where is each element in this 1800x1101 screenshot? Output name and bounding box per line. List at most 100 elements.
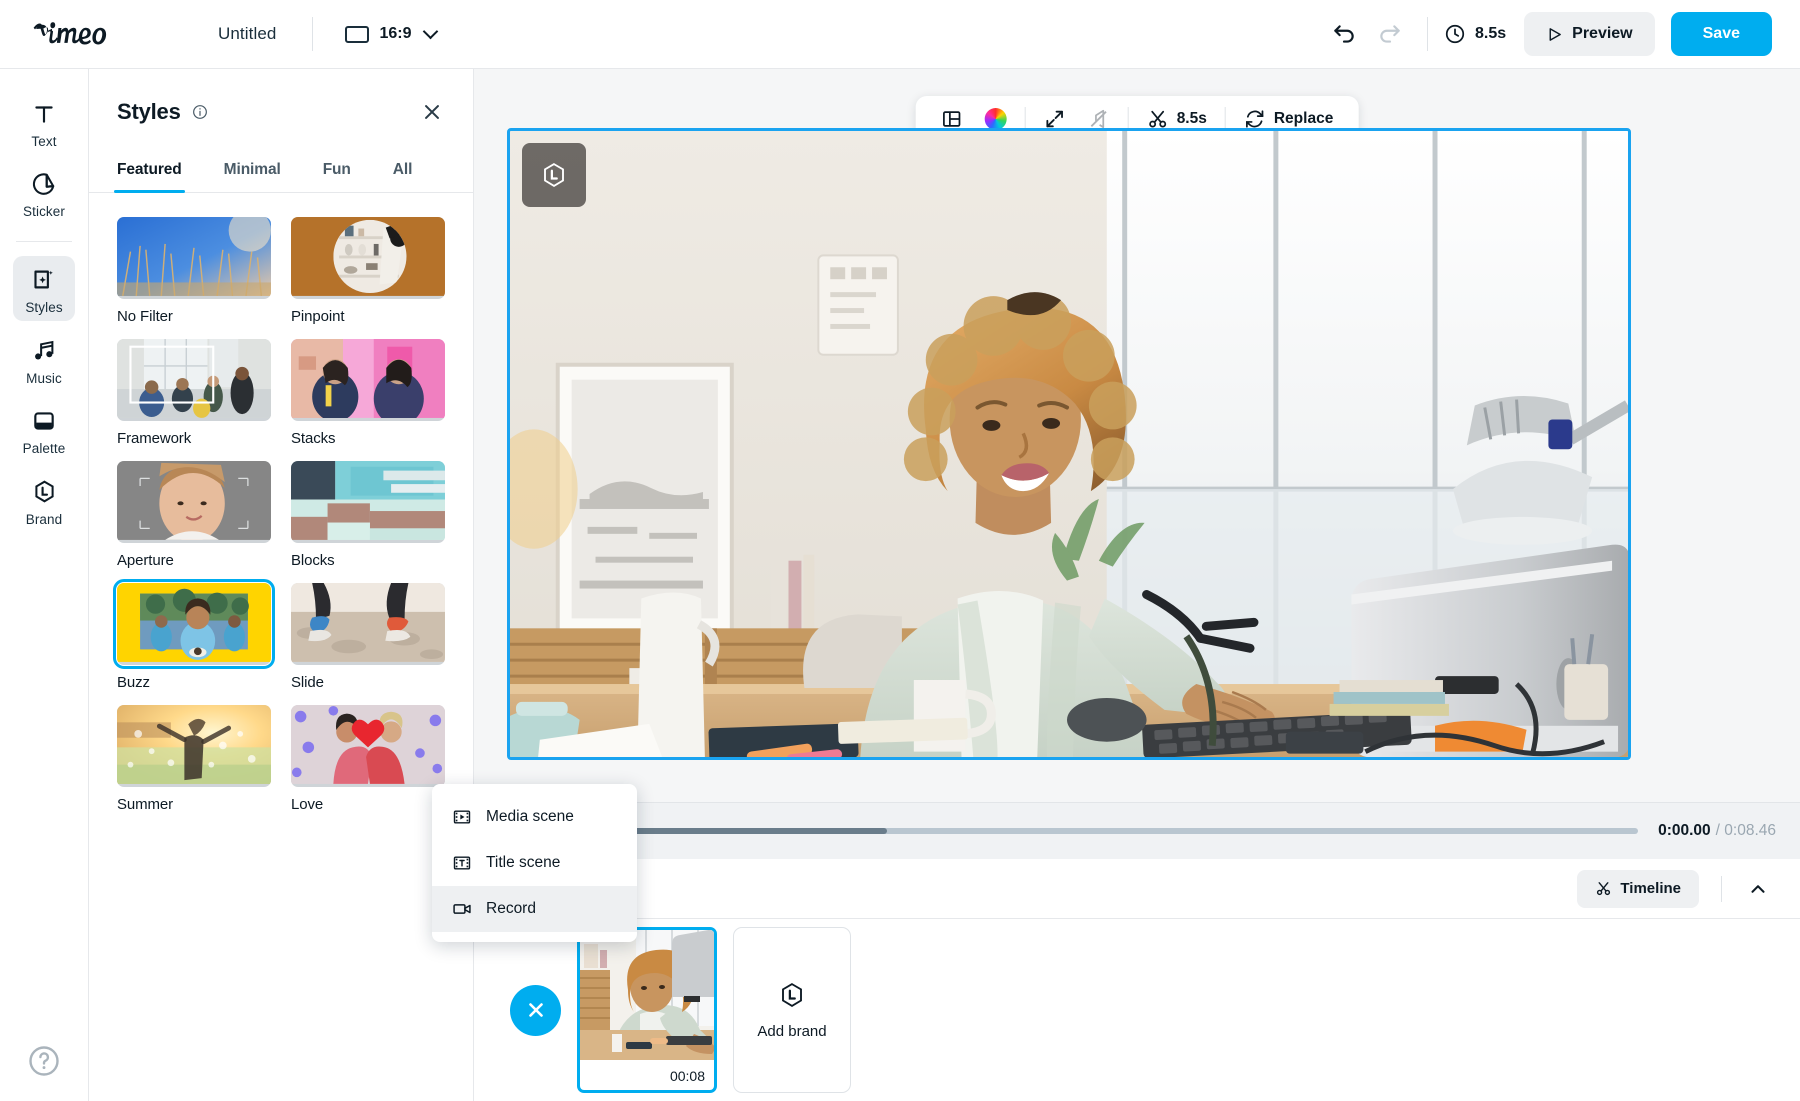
scissors-icon [1147, 108, 1169, 130]
timeline-button[interactable]: Timeline [1577, 870, 1699, 908]
collapse-timeline-button[interactable] [1744, 875, 1772, 903]
styles-tabs: Featured Minimal Fun All [89, 161, 473, 193]
style-thumbnail [291, 461, 445, 543]
sidebar-item-styles[interactable]: Styles [13, 256, 75, 321]
duration-label: 8.5s [1475, 25, 1506, 43]
sidebar-item-label: Sticker [23, 204, 65, 219]
chevron-down-icon [423, 24, 439, 40]
style-card-love[interactable]: Love [291, 705, 445, 813]
palette-icon [31, 408, 57, 434]
sidebar-item-music[interactable]: Music [13, 327, 75, 392]
divider [1427, 17, 1428, 51]
style-card-framework[interactable]: Framework [117, 339, 271, 447]
style-label: No Filter [117, 308, 271, 325]
style-card-buzz[interactable]: Buzz [117, 583, 271, 691]
sidebar-item-palette[interactable]: Palette [13, 398, 75, 462]
music-icon [31, 337, 58, 364]
style-thumbnail [291, 339, 445, 421]
style-card-pinpoint[interactable]: Pinpoint [291, 217, 445, 325]
brand-watermark[interactable] [522, 143, 586, 207]
current-time: 0:00.00 [1658, 822, 1711, 840]
save-button[interactable]: Save [1671, 12, 1772, 56]
style-thumbnail [117, 217, 271, 299]
aspect-ratio-selector[interactable]: 16:9 [345, 25, 436, 43]
context-menu-item-title-scene[interactable]: Title scene [432, 840, 637, 886]
scene-duration: 00:08 [670, 1068, 705, 1084]
style-label: Buzz [117, 674, 271, 691]
media-scene-icon [452, 807, 472, 827]
scene-thumbnail-image [580, 930, 714, 1060]
document-title[interactable]: Untitled [218, 24, 276, 44]
timeline-bar: Timeline [474, 859, 1800, 919]
help-button[interactable] [26, 1043, 62, 1079]
style-card-slide[interactable]: Slide [291, 583, 445, 691]
close-x-icon [524, 998, 548, 1022]
timeline-label: Timeline [1620, 880, 1681, 897]
info-icon[interactable] [192, 104, 208, 120]
style-label: Slide [291, 674, 445, 691]
top-bar-actions: 8.5s Preview Save [1321, 11, 1800, 57]
clock-icon [1444, 23, 1466, 45]
add-brand-button[interactable]: Add brand [733, 927, 851, 1093]
scrubber-track[interactable] [581, 828, 1638, 834]
page-title: Styles [117, 99, 181, 125]
context-menu-label: Record [486, 900, 536, 918]
tab-featured[interactable]: Featured [117, 161, 182, 192]
style-label: Blocks [291, 552, 445, 569]
left-rail: Text Sticker Styles Music [0, 69, 89, 1101]
divider [1225, 107, 1226, 131]
text-icon [31, 101, 57, 127]
record-camera-icon [452, 899, 472, 919]
styles-panel-header: Styles [89, 69, 473, 125]
tab-all[interactable]: All [393, 161, 413, 192]
preview-button[interactable]: Preview [1524, 12, 1654, 56]
undo-button[interactable] [1321, 11, 1367, 57]
style-thumbnail [291, 705, 445, 787]
style-thumbnail [117, 705, 271, 787]
style-card-no-filter[interactable]: No Filter [117, 217, 271, 325]
title-scene-icon [452, 853, 472, 873]
timeline-scene-thumbnail[interactable]: 00:08 [577, 927, 717, 1093]
style-card-blocks[interactable]: Blocks [291, 461, 445, 569]
style-card-stacks[interactable]: Stacks [291, 339, 445, 447]
rail-divider [16, 241, 72, 242]
style-thumbnail [291, 583, 445, 665]
tab-fun[interactable]: Fun [323, 161, 351, 192]
close-panel-button[interactable] [419, 99, 445, 125]
divider [312, 17, 313, 51]
close-icon [419, 99, 445, 125]
trim-label: 8.5s [1177, 110, 1207, 128]
color-wheel-icon [985, 108, 1007, 130]
vimeo-logo[interactable] [32, 17, 160, 51]
redo-icon [1377, 21, 1403, 47]
timeline-track: 00:08 Add brand [474, 919, 1800, 1101]
add-scene-context-menu: Media scene Title scene Record [432, 784, 637, 942]
project-duration: 8.5s [1444, 23, 1506, 45]
sidebar-item-label: Text [31, 134, 56, 149]
context-menu-label: Media scene [486, 808, 574, 826]
redo-button[interactable] [1367, 11, 1413, 57]
save-label: Save [1703, 25, 1740, 42]
expand-icon [1044, 108, 1066, 130]
sidebar-item-label: Brand [26, 512, 63, 527]
playback-scrubber: Scene 1 0:00.00 / 0:08.46 [474, 802, 1800, 859]
style-thumbnail [117, 461, 271, 543]
video-stage: 8.5s Replace [474, 69, 1800, 859]
video-preview[interactable] [507, 128, 1631, 760]
style-card-aperture[interactable]: Aperture [117, 461, 271, 569]
sidebar-item-text[interactable]: Text [13, 91, 75, 155]
sidebar-item-label: Palette [23, 441, 66, 456]
preview-label: Preview [1572, 25, 1632, 43]
add-scene-button[interactable] [510, 985, 561, 1036]
refresh-icon [1244, 108, 1266, 130]
sidebar-item-sticker[interactable]: Sticker [13, 161, 75, 225]
context-menu-item-media-scene[interactable]: Media scene [432, 794, 637, 840]
style-card-summer[interactable]: Summer [117, 705, 271, 813]
sidebar-item-brand[interactable]: Brand [13, 468, 75, 533]
tab-minimal[interactable]: Minimal [224, 161, 281, 192]
context-menu-item-record[interactable]: Record [432, 886, 637, 932]
brand-logo-icon [539, 160, 569, 190]
style-label: Stacks [291, 430, 445, 447]
style-label: Framework [117, 430, 271, 447]
add-brand-label: Add brand [757, 1023, 826, 1040]
